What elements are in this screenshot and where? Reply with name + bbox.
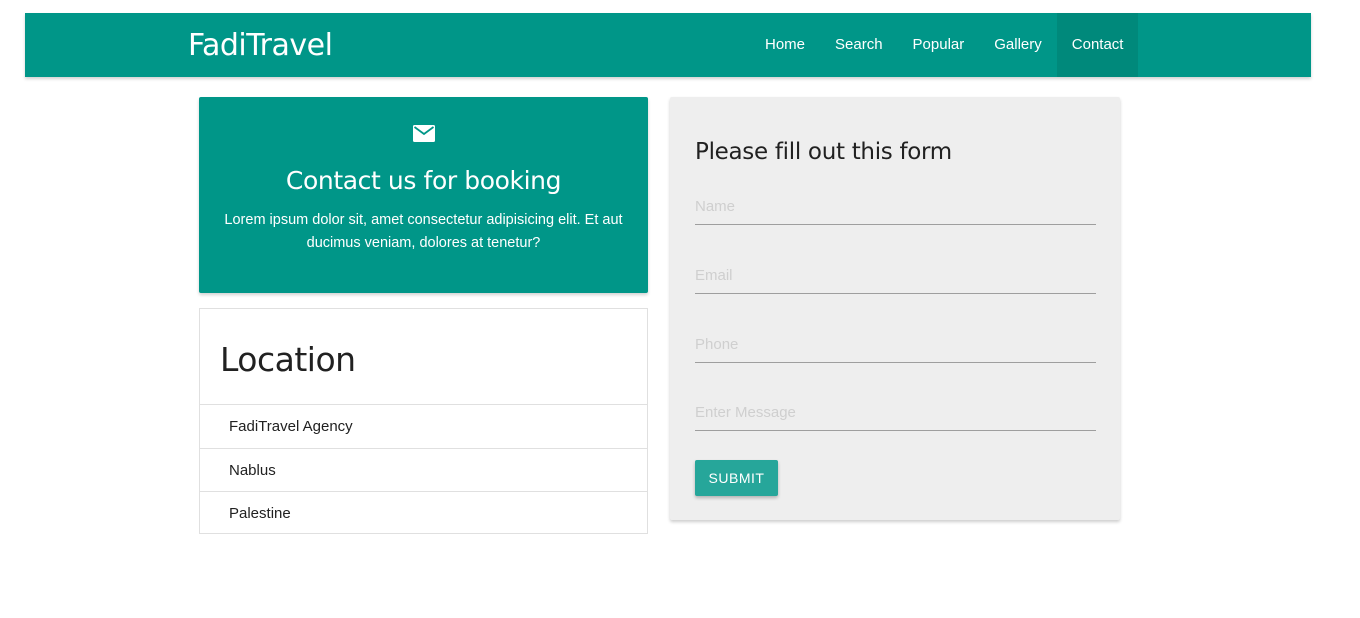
location-card: Location FadiTravel Agency Nablus Palest… <box>199 308 648 534</box>
contact-description: Lorem ipsum dolor sit, amet consectetur … <box>224 212 623 251</box>
nav-link-search[interactable]: Search <box>820 13 898 77</box>
location-item-country: Palestine <box>200 491 647 535</box>
nav-links: Home Search Popular Gallery Contact <box>750 13 1139 77</box>
nav-link-gallery[interactable]: Gallery <box>979 13 1057 77</box>
name-field[interactable] <box>695 189 1096 225</box>
nav-link-home[interactable]: Home <box>750 13 820 77</box>
contact-form: Please fill out this form SUBMIT <box>670 97 1120 520</box>
email-field[interactable] <box>695 258 1096 294</box>
nav-link-popular[interactable]: Popular <box>898 13 980 77</box>
contact-title: Contact us for booking <box>285 166 562 195</box>
location-item-agency: FadiTravel Agency <box>200 404 647 448</box>
submit-button[interactable]: SUBMIT <box>695 460 778 496</box>
form-title: Please fill out this form <box>695 139 952 165</box>
navbar: FadiTravel Home Search Popular Gallery C… <box>25 13 1311 77</box>
location-item-city: Nablus <box>200 447 647 492</box>
nav-link-contact[interactable]: Contact <box>1056 13 1139 77</box>
contact-card: Contact us for booking Lorem ipsum dolor… <box>199 97 648 293</box>
mail-icon <box>413 125 435 142</box>
location-title: Location <box>220 340 356 379</box>
phone-field[interactable] <box>695 327 1096 363</box>
brand-logo[interactable]: FadiTravel <box>188 28 333 64</box>
message-field[interactable] <box>695 395 1096 431</box>
